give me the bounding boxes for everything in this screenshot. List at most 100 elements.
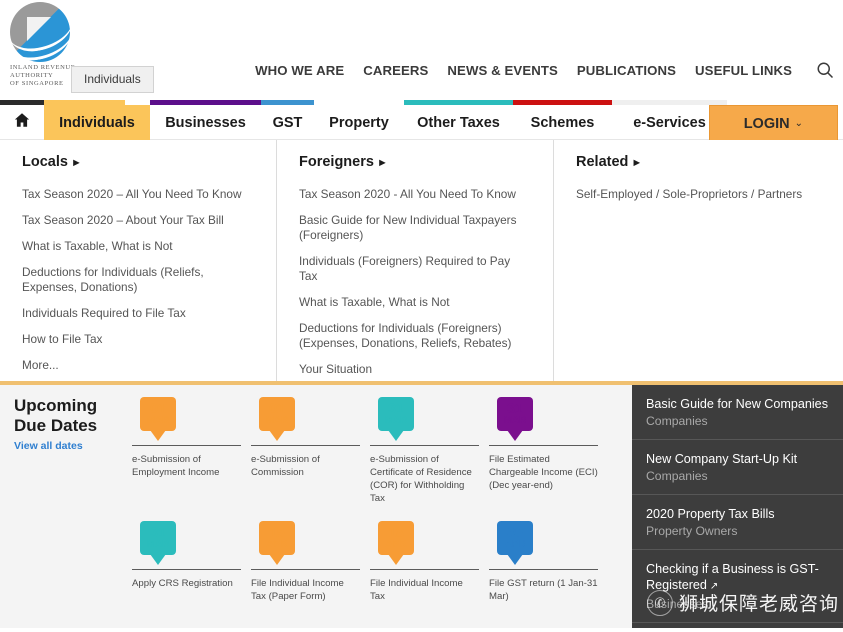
utility-nav: WHO WE ARE CAREERS NEWS & EVENTS PUBLICA…: [255, 60, 835, 80]
date-pin-month: MAR: [146, 539, 170, 550]
triangle-right-icon: ►: [376, 157, 388, 169]
highlight-title-text: Checking if a Business is GST-Registered: [646, 562, 819, 592]
date-pin-month: APR: [504, 539, 526, 550]
site-header: INLAND REVENUE AUTHORITY OF SINGAPORE In…: [0, 0, 843, 100]
due-date-item[interactable]: 18 APR File Individual Income Tax: [370, 521, 489, 603]
due-date-item[interactable]: 01 MAR e-Submission of Employment Income: [132, 397, 251, 505]
mega-link[interactable]: Your Situation: [299, 362, 529, 377]
due-date-label: e-Submission of Employment Income: [132, 454, 220, 478]
nav-item-property[interactable]: Property: [314, 105, 404, 140]
iras-logo-mark: [4, 0, 78, 65]
nav-item-other-taxes[interactable]: Other Taxes: [404, 105, 513, 140]
utility-link-publications[interactable]: PUBLICATIONS: [577, 63, 676, 78]
highlight-title: New Company Start-Up Kit: [646, 452, 798, 466]
home-icon: [13, 111, 31, 134]
mega-link-more[interactable]: More...: [22, 358, 252, 373]
due-date-item[interactable]: 30 APR File GST return (1 Jan-31 Mar): [489, 521, 608, 603]
mega-link[interactable]: Individuals Required to File Tax: [22, 306, 252, 321]
date-pin-month: MAR: [503, 415, 527, 426]
due-dates-row: 31 MAR Apply CRS Registration 15 APR Fil…: [132, 521, 632, 603]
due-date-item[interactable]: 31 MAR Apply CRS Registration: [132, 521, 251, 603]
mega-link[interactable]: Basic Guide for New Individual Taxpayers…: [299, 213, 529, 243]
date-pin: 15 APR: [259, 521, 295, 555]
mega-column-related: Related ► Self-Employed / Sole-Proprietor…: [554, 140, 843, 381]
page-title: Upcoming Due Dates: [14, 396, 124, 436]
mega-link[interactable]: What is Taxable, What is Not: [299, 295, 529, 310]
highlight-subtitle: Companies: [646, 469, 708, 483]
date-pin-month: APR: [385, 539, 407, 550]
due-date-label: File GST return (1 Jan-31 Mar): [489, 578, 598, 602]
due-date-label: File Estimated Chargeable Income (ECI) (…: [489, 454, 598, 491]
mega-title-text: Foreigners: [299, 154, 374, 170]
highlight-item[interactable]: Checking if a Business is GST-Registered…: [632, 550, 843, 623]
due-date-label: Apply CRS Registration: [132, 578, 233, 589]
due-date-item[interactable]: 31 MAR File Estimated Chargeable Income …: [489, 397, 608, 505]
date-pin: 31 MAR: [497, 397, 533, 431]
highlight-item[interactable]: 2020 Property Tax Bills Property Owners: [632, 495, 843, 550]
highlight-item[interactable]: New Company Start-Up Kit Companies: [632, 440, 843, 495]
due-dates-row: 01 MAR e-Submission of Employment Income…: [132, 397, 632, 505]
utility-link-careers[interactable]: CAREERS: [363, 63, 428, 78]
mega-link[interactable]: Self-Employed / Sole-Proprietors / Partn…: [576, 187, 806, 202]
date-pin-day: 31: [150, 524, 166, 540]
date-pin-month: MAR: [146, 415, 170, 426]
upcoming-due-dates-panel: Upcoming Due Dates View all dates 01 MAR…: [0, 385, 632, 628]
nav-item-businesses[interactable]: Businesses: [150, 105, 261, 140]
highlight-title: 2020 Property Tax Bills: [646, 507, 775, 521]
nav-item-schemes[interactable]: Schemes: [513, 105, 612, 140]
mega-link[interactable]: How to File Tax: [22, 332, 252, 347]
mega-link[interactable]: Tax Season 2020 – All You Need To Know: [22, 187, 252, 202]
due-dates-heading: Upcoming Due Dates View all dates: [14, 396, 124, 452]
due-date-item[interactable]: 15 APR File Individual Income Tax (Paper…: [251, 521, 370, 603]
nav-item-gst[interactable]: GST: [261, 105, 314, 140]
triangle-right-icon: ►: [70, 157, 82, 169]
highlight-subtitle: Companies: [646, 414, 708, 428]
date-pin: 31 MAR: [378, 397, 414, 431]
date-pin-month: APR: [266, 539, 288, 550]
mega-link[interactable]: Deductions for Individuals (Reliefs, Exp…: [22, 265, 252, 295]
due-heading-line-2: Due Dates: [14, 416, 98, 435]
highlight-item[interactable]: Basic Guide for New Companies Companies: [632, 385, 843, 440]
date-pin-day: 18: [388, 524, 404, 540]
date-pin-month: MAR: [384, 415, 408, 426]
mega-link[interactable]: Tax Season 2020 - All You Need To Know: [299, 187, 529, 202]
utility-link-news-events[interactable]: NEWS & EVENTS: [447, 63, 557, 78]
search-icon[interactable]: [811, 60, 835, 80]
mega-column-foreigners: Foreigners ► Tax Season 2020 - All You Ne…: [277, 140, 554, 402]
mega-link[interactable]: What is Taxable, What is Not: [22, 239, 252, 254]
date-pin-day: 01: [150, 400, 166, 416]
highlight-title: Checking if a Business is GST-Registered…: [646, 561, 829, 595]
mega-link[interactable]: Tax Season 2020 – About Your Tax Bill: [22, 213, 252, 228]
mega-column-title-related: Related ►: [576, 154, 825, 170]
mega-column-locals: Locals ► Tax Season 2020 – All You Need T…: [0, 140, 277, 381]
due-date-item[interactable]: 31 MAR e-Submission of Certificate of Re…: [370, 397, 489, 505]
due-date-item[interactable]: 01 MAR e-Submission of Commission: [251, 397, 370, 505]
login-label: LOGIN: [743, 115, 790, 132]
view-all-dates-link[interactable]: View all dates: [14, 440, 124, 452]
utility-link-who-we-are[interactable]: WHO WE ARE: [255, 63, 344, 78]
date-pin-day: 31: [388, 400, 404, 416]
mega-link[interactable]: Individuals (Foreigners) Required to Pay…: [299, 254, 529, 284]
date-pin-month: MAR: [265, 415, 289, 426]
due-date-label: File Individual Income Tax (Paper Form): [251, 578, 344, 602]
due-date-label: File Individual Income Tax: [370, 578, 463, 602]
date-pin: 01 MAR: [140, 397, 176, 431]
login-button[interactable]: LOGIN ⌄: [708, 105, 838, 142]
mega-column-title-foreigners: Foreigners ►: [299, 154, 535, 170]
mega-title-text: Related: [576, 154, 629, 170]
utility-link-useful-links[interactable]: USEFUL LINKS: [695, 63, 792, 78]
breadcrumb-chip[interactable]: Individuals: [71, 66, 154, 93]
mega-menu: Locals ► Tax Season 2020 – All You Need T…: [0, 140, 843, 402]
mega-title-text: Locals: [22, 154, 68, 170]
due-date-label: e-Submission of Commission: [251, 454, 320, 478]
highlight-subtitle: Property Owners: [646, 524, 738, 538]
date-pin: 18 APR: [378, 521, 414, 555]
nav-item-home[interactable]: [0, 105, 44, 140]
nav-item-individuals[interactable]: Individuals: [44, 105, 150, 140]
triangle-right-icon: ►: [631, 157, 643, 169]
mega-link[interactable]: Deductions for Individuals (Foreigners) …: [299, 321, 529, 351]
date-pin: 30 APR: [497, 521, 533, 555]
mega-column-title-locals: Locals ►: [22, 154, 258, 170]
date-pin-day: 01: [269, 400, 285, 416]
page-root: INLAND REVENUE AUTHORITY OF SINGAPORE In…: [0, 0, 843, 632]
